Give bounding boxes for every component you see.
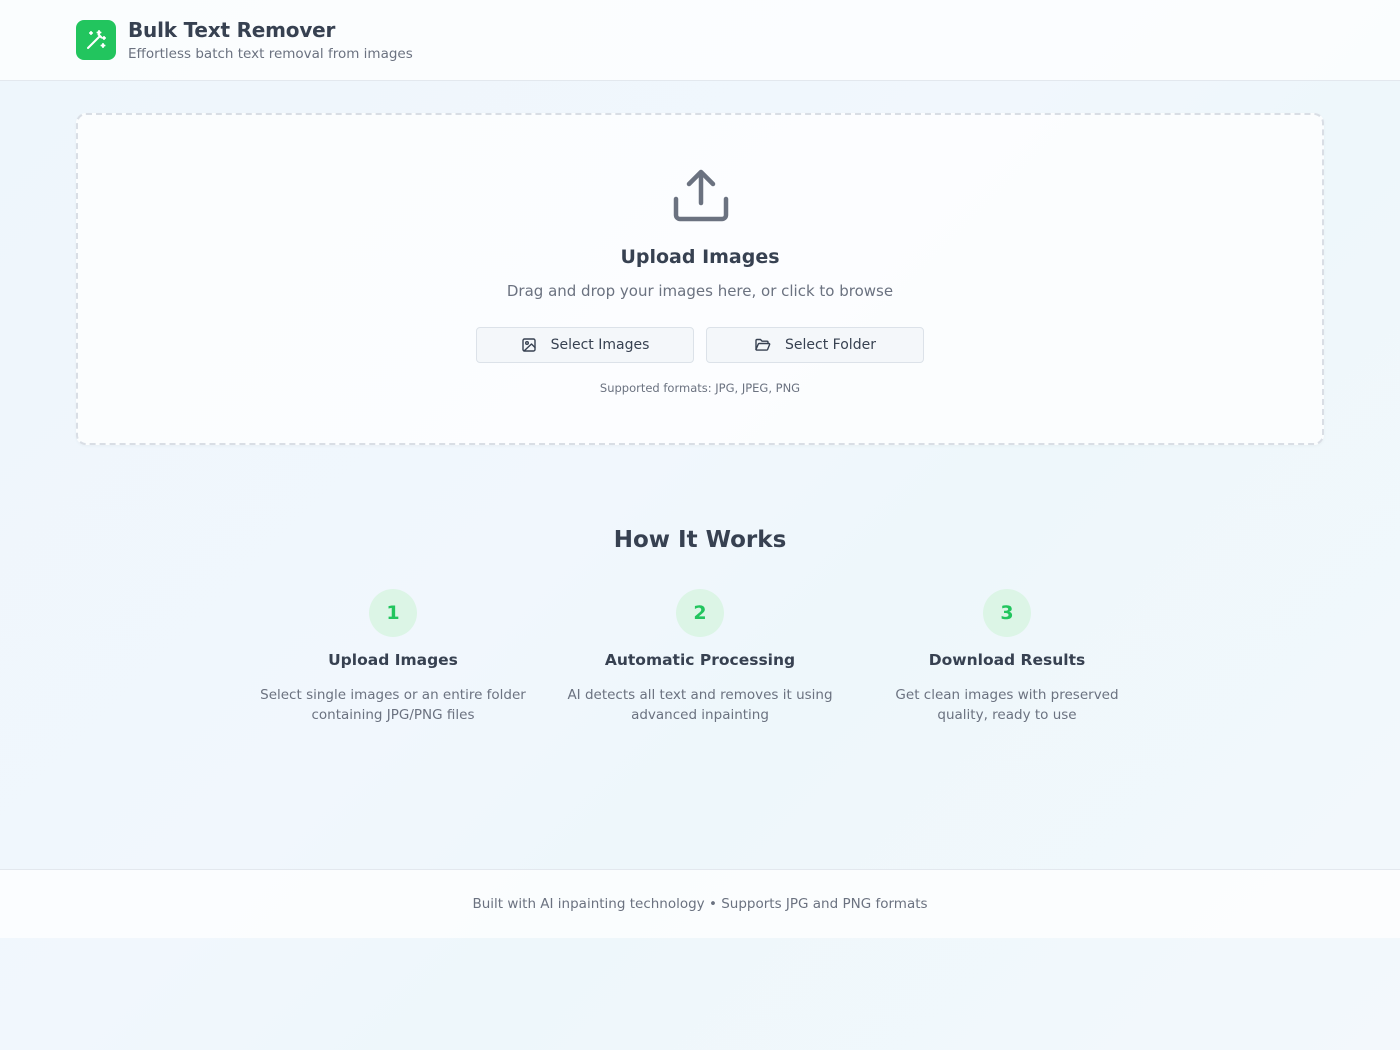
select-images-label: Select Images xyxy=(550,337,650,353)
step-number-badge: 3 xyxy=(983,589,1031,637)
step-upload-images: 1 Upload Images Select single images or … xyxy=(243,589,543,725)
step-title: Download Results xyxy=(928,651,1086,669)
step-automatic-processing: 2 Automatic Processing AI detects all te… xyxy=(550,589,850,725)
step-description: AI detects all text and removes it using… xyxy=(567,687,833,723)
step-download-results: 3 Download Results Get clean images with… xyxy=(857,589,1157,725)
upload-description: Drag and drop your images here, or click… xyxy=(506,282,894,300)
step-description: Select single images or an entire folder… xyxy=(260,687,526,723)
how-it-works-title: How It Works xyxy=(613,527,787,553)
select-folder-button[interactable]: Select Folder xyxy=(706,327,924,363)
upload-title: Upload Images xyxy=(620,246,780,268)
step-number-badge: 1 xyxy=(369,589,417,637)
step-number-badge: 2 xyxy=(676,589,724,637)
select-folder-label: Select Folder xyxy=(785,337,876,353)
upload-dropzone[interactable]: Upload Images Drag and drop your images … xyxy=(76,113,1324,445)
app-footer: Built with AI inpainting technology • Su… xyxy=(0,869,1400,938)
step-description: Get clean images with preserved quality,… xyxy=(895,687,1119,723)
step-title: Upload Images xyxy=(328,651,458,669)
app-logo xyxy=(76,20,116,60)
step-title: Automatic Processing xyxy=(604,651,796,669)
select-images-button[interactable]: Select Images xyxy=(476,327,694,363)
app-header: Bulk Text Remover Effortless batch text … xyxy=(0,0,1400,81)
app-subtitle: Effortless batch text removal from image… xyxy=(128,46,413,62)
upload-icon xyxy=(673,169,729,222)
magic-wand-icon xyxy=(87,30,106,49)
footer-text: Built with AI inpainting technology • Su… xyxy=(472,896,928,912)
image-icon xyxy=(521,338,536,352)
folder-open-icon xyxy=(755,338,771,351)
supported-formats: Supported formats: JPG, JPEG, PNG xyxy=(599,381,801,395)
app-title: Bulk Text Remover xyxy=(128,18,336,42)
